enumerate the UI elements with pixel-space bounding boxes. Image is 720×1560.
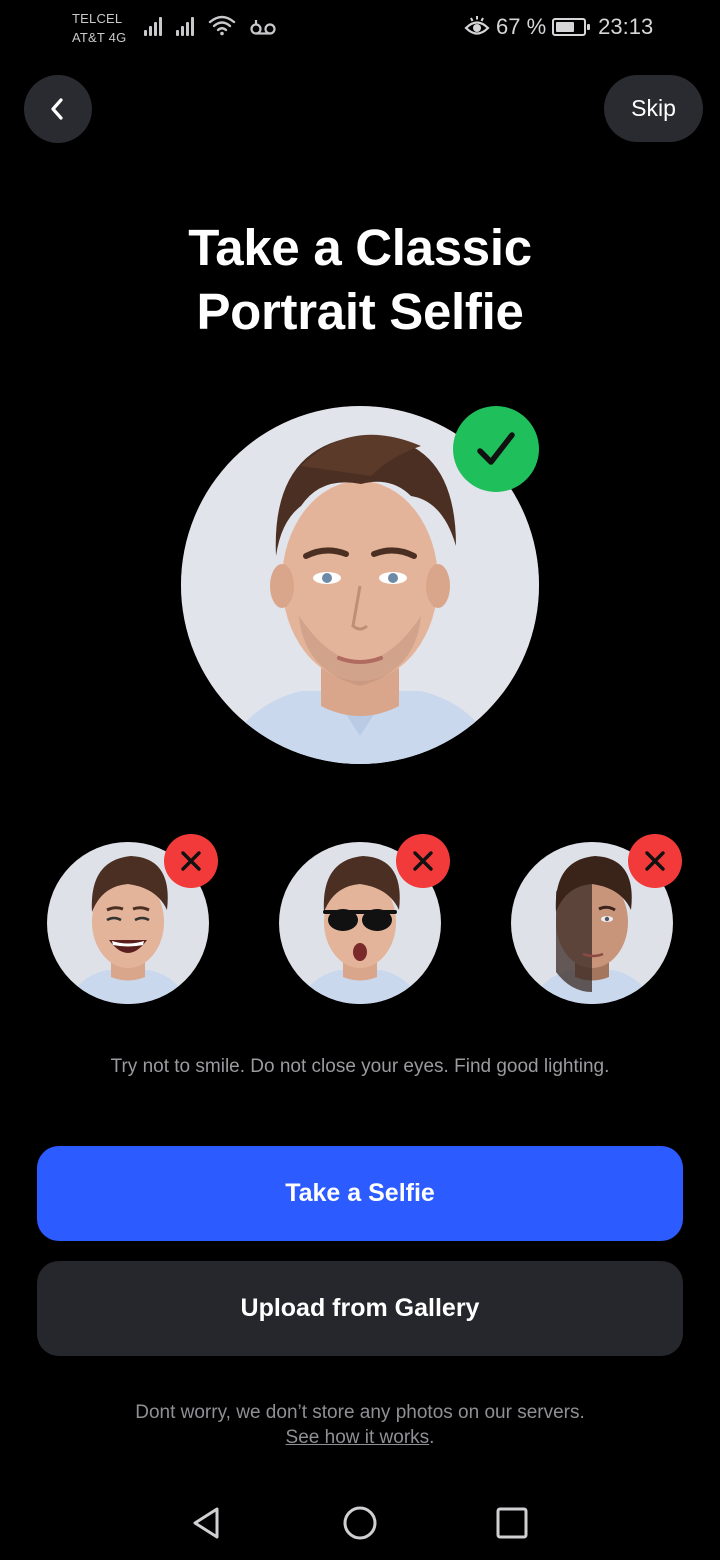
signal-icon [144, 14, 162, 36]
eye-comfort-icon [464, 16, 490, 35]
disclaimer-text: Dont worry, we don’t store any photos on… [135, 1402, 585, 1423]
disclaimer-link-suffix: . [429, 1427, 435, 1448]
take-selfie-button[interactable]: Take a Selfie [37, 1146, 683, 1241]
x-icon [181, 851, 201, 871]
status-bar: TELCEL AT&T 4G 67 % 23:13 [0, 0, 720, 56]
take-selfie-label: Take a Selfie [285, 1179, 435, 1207]
nav-back-button[interactable] [181, 1498, 231, 1548]
wifi-icon [208, 15, 236, 36]
nav-recents-button[interactable] [487, 1498, 537, 1548]
bad-badge-3 [628, 834, 682, 888]
nav-home-button[interactable] [335, 1498, 385, 1548]
x-icon [413, 851, 433, 871]
home-circle-icon [343, 1506, 377, 1540]
voicemail-icon [250, 20, 276, 35]
selfie-hint: Try not to smile. Do not close your eyes… [110, 1056, 610, 1077]
back-triangle-icon [193, 1507, 219, 1539]
disclaimer-link-line: See how it works. [0, 1425, 720, 1450]
clock: 23:13 [598, 14, 654, 39]
signal-icon [176, 14, 194, 36]
good-badge [453, 406, 539, 492]
see-how-it-works-link[interactable]: See how it works [286, 1427, 430, 1448]
skip-button[interactable]: Skip [604, 75, 703, 142]
system-nav-bar [0, 1486, 720, 1560]
carrier-info: TELCEL AT&T 4G [72, 9, 126, 47]
back-button[interactable] [24, 75, 92, 143]
battery-level [556, 22, 574, 32]
carrier-2: AT&T 4G [72, 30, 127, 45]
privacy-disclaimer: Dont worry, we don’t store any photos on… [0, 1400, 720, 1450]
status-icons-right: 67 % 23:13 [464, 14, 653, 40]
battery-icon [552, 18, 591, 36]
recents-square-icon [496, 1507, 528, 1539]
upload-from-gallery-button[interactable]: Upload from Gallery [37, 1261, 683, 1356]
title-line-2: Portrait Selfie [196, 283, 524, 340]
skip-label: Skip [631, 95, 676, 121]
check-icon [477, 432, 515, 465]
bad-badge-2 [396, 834, 450, 888]
battery-percent: 67 % [496, 14, 547, 39]
title-line-1: Take a Classic [188, 219, 532, 276]
x-icon [645, 851, 665, 871]
bad-badge-1 [164, 834, 218, 888]
page-title: Take a Classic Portrait Selfie [0, 216, 720, 344]
chevron-left-icon [51, 98, 63, 120]
status-icons-left [144, 14, 276, 36]
upload-from-gallery-label: Upload from Gallery [240, 1294, 480, 1322]
carrier-1: TELCEL [72, 11, 123, 26]
